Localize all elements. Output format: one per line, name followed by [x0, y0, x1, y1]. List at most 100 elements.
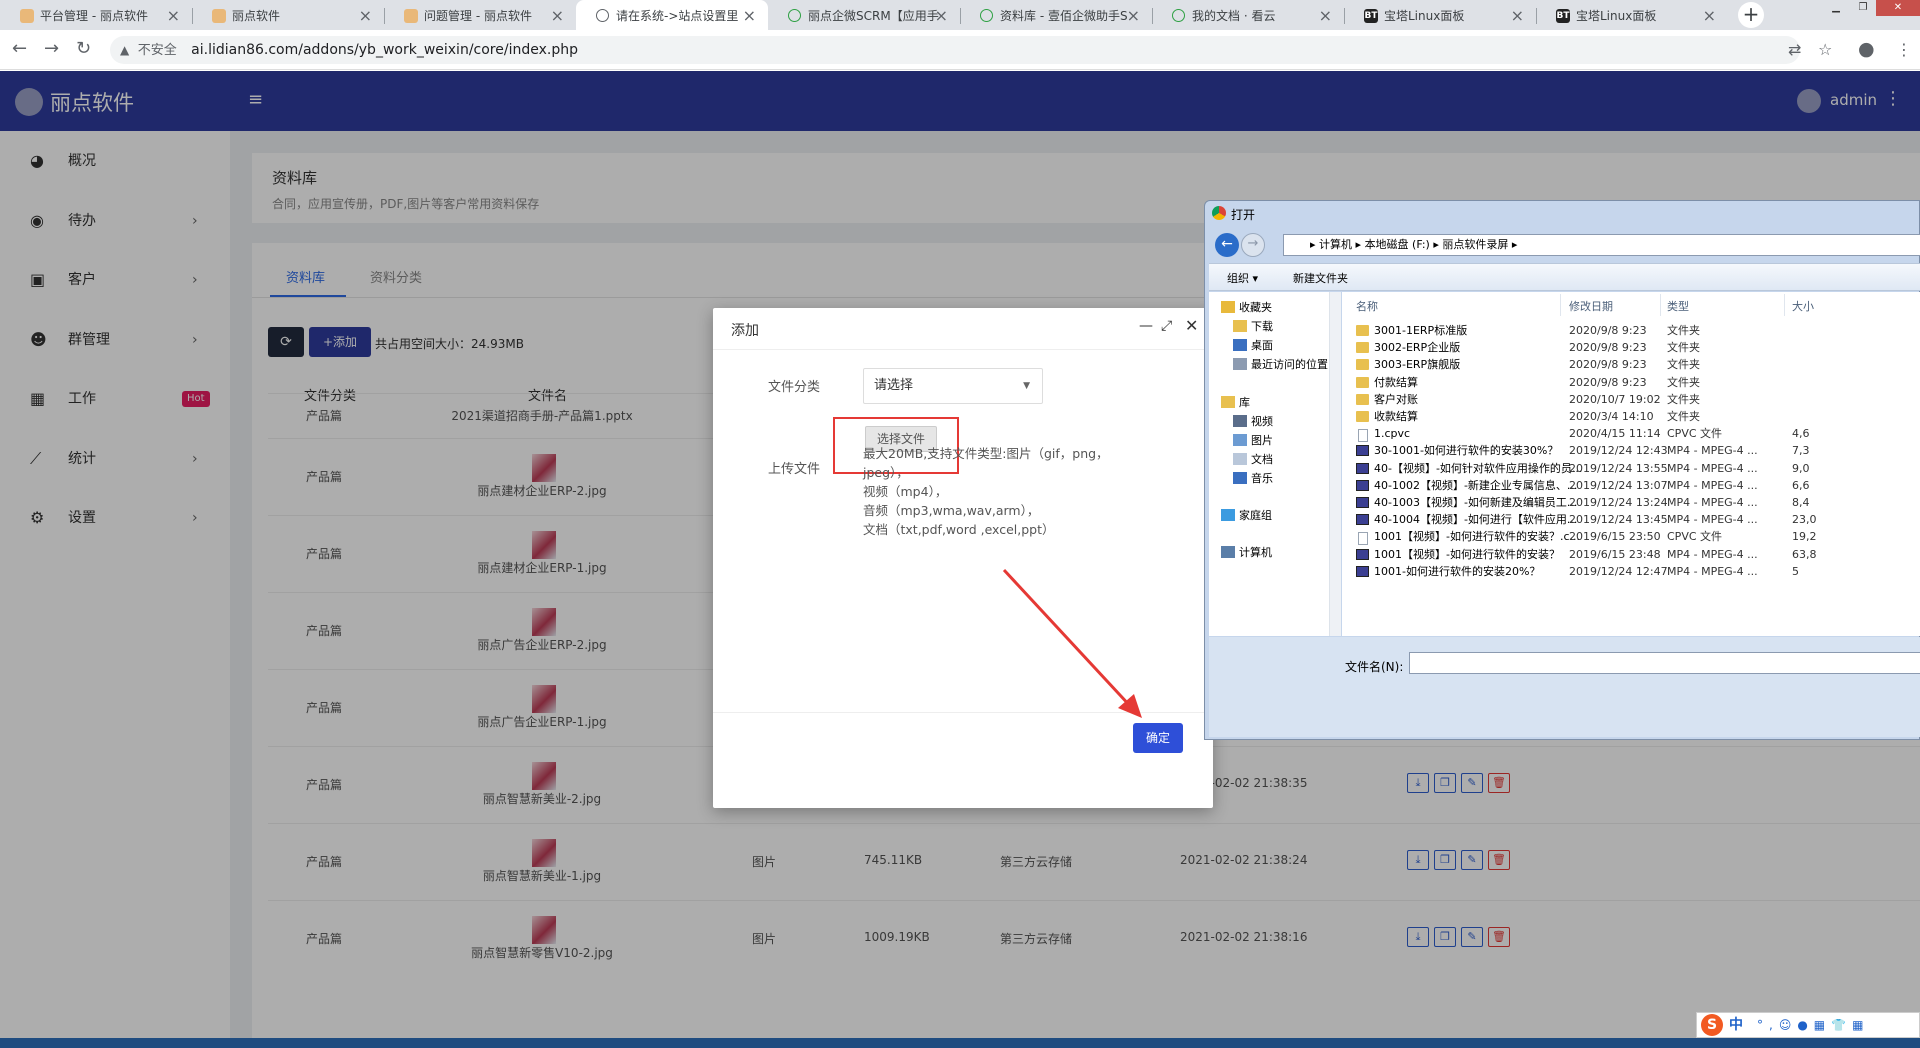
video-file-icon — [1356, 479, 1369, 491]
category-select[interactable]: 请选择 ▼ — [863, 368, 1043, 404]
nav-pane-item[interactable]: 文档 — [1209, 450, 1341, 470]
nav-pane-item[interactable]: 音乐 — [1209, 469, 1341, 489]
video-file-icon — [1356, 514, 1369, 526]
ime-tool-icons[interactable]: °,☺●▦👕▦ — [1757, 1013, 1869, 1037]
breadcrumb-folder[interactable]: 丽点软件录屏 — [1442, 238, 1508, 251]
file-date: 2020/9/8 9:23 — [1569, 324, 1647, 337]
tab-close-icon[interactable]: × — [1511, 0, 1524, 30]
pictures-library-icon — [1233, 434, 1247, 446]
ime-toolbar[interactable]: S 中 °,☺●▦👕▦ — [1696, 1012, 1920, 1038]
file-date: 2020/9/8 9:23 — [1569, 375, 1647, 389]
nav-pane-label: 收藏夹 — [1239, 301, 1272, 314]
close-icon[interactable]: ✕ — [1185, 316, 1198, 335]
file-list-item[interactable]: 30-1001-如何进行软件的安装30%？ 2019/12/24 12:43 MP4… — [1342, 442, 1920, 459]
column-header-date[interactable]: 修改日期 — [1569, 298, 1613, 314]
file-list-item[interactable]: 40-1004【视频】-如何进行【软件应用... 2019/12/24 13:45… — [1342, 511, 1920, 528]
tab-close-icon[interactable]: × — [167, 0, 180, 30]
file-list-item[interactable]: 1001【视频】-如何进行软件的安装？ 2019/6/15 23:48 MP4 - … — [1342, 546, 1920, 563]
nav-pane-item[interactable]: 最近访问的位置 — [1209, 355, 1341, 375]
breadcrumb-drive[interactable]: 本地磁盘 (F:) — [1365, 238, 1430, 251]
restore-window-button[interactable]: ❐ — [1850, 0, 1876, 16]
file-list-item[interactable]: 收款结算 2020/3/4 14:10 文件夹 — [1342, 408, 1920, 425]
address-bar: ← → ↻ ▲ 不安全 ai.lidian86.com/addons/yb_wo… — [0, 30, 1920, 70]
profile-avatar-icon[interactable]: ● — [1858, 38, 1875, 60]
dialog-toolbar: 组织 ▾ 新建文件夹 — [1209, 263, 1920, 291]
tab-close-icon[interactable]: × — [935, 0, 948, 30]
bookmark-star-icon[interactable]: ☆ — [1818, 40, 1832, 59]
nav-pane-item[interactable]: 收藏夹 — [1209, 298, 1341, 318]
file-list-item[interactable]: 40-【视频】-如何针对软件应用操作的员... 2019/12/24 13:55 M… — [1342, 460, 1920, 477]
browser-tab[interactable]: BT 宝塔Linux面板 × — [1344, 0, 1536, 30]
file-date: 2020/9/8 9:23 — [1569, 341, 1647, 355]
nav-pane-item[interactable]: 下载 — [1209, 317, 1341, 337]
minimize-icon[interactable]: — — [1139, 318, 1153, 334]
browser-menu-icon[interactable]: ⋮ — [1896, 40, 1912, 59]
nav-pane-item[interactable]: 图片 — [1209, 431, 1341, 451]
browser-tab[interactable]: 我的文档 · 看云 × — [1152, 0, 1344, 30]
file-list-item[interactable]: 客户对账 2020/10/7 19:02 文件夹 — [1342, 391, 1920, 408]
file-date: 2019/6/15 23:48 — [1569, 547, 1661, 561]
path-breadcrumb[interactable]: ▸ 计算机 ▸ 本地磁盘 (F:) ▸ 丽点软件录屏 ▸ — [1283, 234, 1920, 256]
forward-arrow-icon[interactable]: → — [1241, 233, 1265, 257]
browser-tab[interactable]: 请在系统->站点设置里 × — [576, 0, 768, 30]
nav-pane-label: 桌面 — [1251, 339, 1273, 352]
column-header-name[interactable]: 名称 — [1356, 298, 1378, 314]
file-list-item[interactable]: 1001【视频】-如何进行软件的安装？.c... 2019/6/15 23:50 C… — [1342, 528, 1920, 546]
tab-close-icon[interactable]: × — [1703, 0, 1716, 30]
tab-close-icon[interactable]: × — [551, 0, 564, 30]
forward-arrow-icon[interactable]: → — [44, 38, 59, 60]
translate-icon[interactable]: ⇄ — [1788, 40, 1801, 59]
file-type: 文件夹 — [1667, 410, 1700, 423]
file-list-item[interactable]: 1001-如何进行软件的安装20%？ 2019/12/24 12:47 MP4 - … — [1342, 563, 1920, 580]
scrm-icon — [980, 9, 993, 22]
reload-icon[interactable]: ↻ — [76, 38, 91, 60]
browser-tab[interactable]: 丽点企微SCRM【应用手 × — [768, 0, 960, 30]
browser-tab[interactable]: 平台管理 - 丽点软件 × — [0, 0, 192, 30]
tab-title: 宝塔Linux面板 — [1576, 9, 1657, 23]
lidian-logo-icon — [20, 9, 34, 23]
folder-icon — [1356, 393, 1369, 405]
tab-title: 平台管理 - 丽点软件 — [40, 9, 148, 23]
ime-language[interactable]: 中 — [1729, 1013, 1743, 1037]
file-list-item[interactable]: 3002-ERP企业版 2020/9/8 9:23 文件夹 — [1342, 339, 1920, 356]
column-header-size[interactable]: 大小 — [1792, 298, 1814, 314]
confirm-button[interactable]: 确定 — [1133, 723, 1183, 753]
browser-tab[interactable]: BT 宝塔Linux面板 × — [1536, 0, 1728, 30]
url-input[interactable]: ▲ 不安全 ai.lidian86.com/addons/yb_work_wei… — [110, 36, 1800, 64]
browser-tab[interactable]: 资料库 - 壹佰企微助手S × — [960, 0, 1152, 30]
nav-pane-item[interactable]: 计算机 — [1209, 543, 1341, 563]
tab-close-icon[interactable]: × — [1127, 0, 1140, 30]
filename-input[interactable] — [1409, 652, 1920, 674]
nav-pane-item[interactable]: 家庭组 — [1209, 506, 1341, 526]
nav-pane-item[interactable]: 库 — [1209, 393, 1341, 413]
column-header-type[interactable]: 类型 — [1667, 298, 1689, 314]
breadcrumb-computer[interactable]: 计算机 — [1319, 238, 1352, 251]
nav-pane-label: 音乐 — [1251, 472, 1273, 485]
file-list-item[interactable]: 40-1002【视频】-新建企业专属信息、... 2019/12/24 13:07… — [1342, 477, 1920, 494]
tab-close-icon[interactable]: × — [359, 0, 372, 30]
file-date: 2019/12/24 13:24 — [1569, 496, 1668, 509]
new-folder-button[interactable]: 新建文件夹 — [1293, 270, 1348, 286]
nav-pane-item[interactable]: 视频 — [1209, 412, 1341, 432]
file-list-item[interactable]: 付款结算 2020/9/8 9:23 文件夹 — [1342, 374, 1920, 391]
organize-menu[interactable]: 组织 ▾ — [1227, 270, 1258, 286]
file-list-item[interactable]: 3001-1ERP标准版 2020/9/8 9:23 文件夹 — [1342, 322, 1920, 339]
new-tab-button[interactable]: + — [1738, 2, 1764, 28]
back-arrow-icon[interactable]: ← — [1215, 233, 1239, 257]
file-type: MP4 - MPEG-4 ... — [1667, 547, 1758, 561]
close-window-button[interactable]: ✕ — [1876, 0, 1920, 16]
maximize-icon[interactable]: ⤢ — [1161, 318, 1172, 334]
tab-close-icon[interactable]: × — [743, 0, 756, 30]
file-list-item[interactable]: 1.cpvc 2020/4/15 11:14 CPVC 文件 4,6 — [1342, 425, 1920, 443]
file-list-item[interactable]: 3003-ERP旗舰版 2020/9/8 9:23 文件夹 — [1342, 356, 1920, 373]
browser-tab[interactable]: 丽点软件 × — [192, 0, 384, 30]
tab-separator — [384, 8, 385, 24]
chrome-logo-icon — [1212, 206, 1226, 220]
browser-tab[interactable]: 问题管理 - 丽点软件 × — [384, 0, 576, 30]
nav-pane-item[interactable]: 桌面 — [1209, 336, 1341, 356]
file-type: MP4 - MPEG-4 ... — [1667, 513, 1758, 527]
file-list-item[interactable]: 40-1003【视频】-如何新建及编辑员工... 2019/12/24 13:24… — [1342, 494, 1920, 511]
tab-close-icon[interactable]: × — [1319, 0, 1332, 30]
back-arrow-icon[interactable]: ← — [12, 38, 27, 60]
minimize-window-button[interactable]: ▁ — [1822, 0, 1850, 16]
